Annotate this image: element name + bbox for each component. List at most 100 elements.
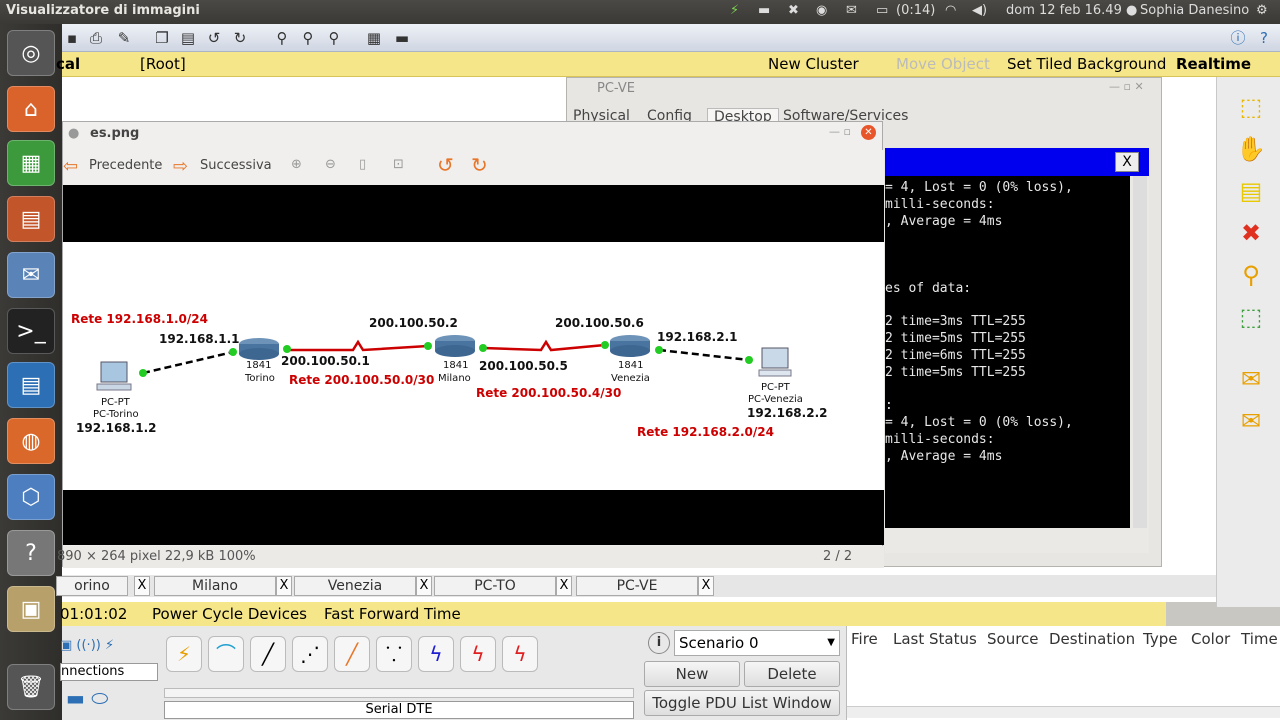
- best-fit-icon[interactable]: ⊡: [393, 157, 404, 172]
- complex-pdu-icon[interactable]: ✉: [1235, 405, 1267, 437]
- col-destination[interactable]: Destination: [1049, 630, 1135, 648]
- phone-cable-icon[interactable]: ⸪: [376, 636, 412, 672]
- fast-forward-button[interactable]: Fast Forward Time: [324, 605, 461, 623]
- tab-pc-to[interactable]: PC-TO: [434, 576, 556, 596]
- auto-connection-icon[interactable]: ⚡: [166, 636, 202, 672]
- realtime-tab[interactable]: Realtime: [1176, 55, 1251, 73]
- tab-torino[interactable]: orino: [56, 576, 128, 596]
- palette-icon[interactable]: ▦: [364, 28, 384, 48]
- undo-icon[interactable]: ↺: [204, 28, 224, 48]
- delete-scenario-button[interactable]: Delete: [744, 661, 840, 687]
- serial-dce-cable-icon[interactable]: ϟ: [460, 636, 496, 672]
- redo-icon[interactable]: ↻: [230, 28, 250, 48]
- resize-icon[interactable]: ⬚: [1235, 301, 1267, 333]
- rotate-left-icon[interactable]: ↺: [437, 153, 454, 177]
- trash-icon[interactable]: 🗑: [7, 664, 55, 710]
- select-icon[interactable]: ⬚: [1235, 91, 1267, 123]
- note-icon[interactable]: ▤: [1235, 175, 1267, 207]
- terminal-scrollbar[interactable]: [1133, 176, 1147, 528]
- tab-venezia[interactable]: Venezia: [294, 576, 416, 596]
- inspect-icon[interactable]: ⚲: [1235, 259, 1267, 291]
- thunderbird-icon[interactable]: ✉: [7, 252, 55, 298]
- col-fire[interactable]: Fire: [851, 630, 878, 648]
- next-arrow-icon[interactable]: ⇨: [173, 156, 188, 177]
- zoom-out-icon[interactable]: ⊖: [325, 157, 336, 172]
- zoom-in-icon[interactable]: ⚲: [272, 28, 292, 48]
- move-hand-icon[interactable]: ✋: [1235, 133, 1267, 165]
- print-icon[interactable]: ⎙: [86, 28, 106, 48]
- window-controls[interactable]: — ▫ ✕: [1109, 80, 1144, 93]
- activity-wizard-icon[interactable]: ✎: [114, 28, 134, 48]
- viewer-window-buttons[interactable]: — ▫: [829, 125, 851, 138]
- tab-pc-ve-close[interactable]: X: [698, 576, 714, 596]
- zoom-in-icon[interactable]: ⊕: [291, 157, 302, 172]
- sync-icon[interactable]: ◉: [816, 3, 827, 18]
- home-folder-icon[interactable]: ⌂: [7, 86, 55, 132]
- tab-pc-to-close[interactable]: X: [556, 576, 572, 596]
- move-object-button[interactable]: Move Object: [896, 55, 990, 73]
- serial-dte-cable-icon[interactable]: ϟ: [502, 636, 538, 672]
- console-cable-icon[interactable]: ⌒: [208, 636, 244, 672]
- coaxial-cable-icon[interactable]: ϟ: [418, 636, 454, 672]
- simple-pdu-icon[interactable]: ✉: [1235, 363, 1267, 395]
- previous-button[interactable]: Precedente: [89, 158, 162, 173]
- toggle-pdu-list-button[interactable]: Toggle PDU List Window: [644, 690, 840, 716]
- terminal-output[interactable]: = 4, Lost = 0 (0% loss), milli-seconds: …: [885, 176, 1130, 528]
- zoom-out-icon[interactable]: ⚲: [324, 28, 344, 48]
- presentation-icon[interactable]: ▤: [7, 196, 55, 242]
- tab-pc-ve[interactable]: PC-VE: [576, 576, 698, 596]
- rotate-right-icon[interactable]: ↻: [471, 153, 488, 177]
- tab-milano-close[interactable]: X: [276, 576, 292, 596]
- wifi-icon[interactable]: ◠: [945, 3, 956, 18]
- firefox-icon[interactable]: ◍: [7, 418, 55, 464]
- keyboard-icon[interactable]: ▬: [758, 3, 770, 18]
- col-source[interactable]: Source: [987, 630, 1039, 648]
- image-canvas[interactable]: Rete 192.168.1.0/24 192.168.1.1 1841 Tor…: [63, 185, 884, 545]
- help-icon[interactable]: ?: [7, 530, 55, 576]
- col-last-status[interactable]: Last Status: [893, 630, 977, 648]
- zoom-reset-icon[interactable]: ⚲: [298, 28, 318, 48]
- col-type[interactable]: Type: [1143, 630, 1177, 648]
- user-name[interactable]: Sophia Danesino: [1140, 3, 1249, 18]
- dash-icon[interactable]: ◎: [7, 30, 55, 76]
- device-category-icons[interactable]: ▣ ((·)) ⚡: [60, 638, 114, 653]
- new-scenario-button[interactable]: New: [644, 661, 740, 687]
- viewer-close-icon[interactable]: ✕: [861, 125, 876, 140]
- tab-milano[interactable]: Milano: [154, 576, 276, 596]
- window-menu-icon[interactable]: ●: [68, 126, 79, 141]
- tiled-background-button[interactable]: Set Tiled Background: [1007, 55, 1166, 73]
- tab-venezia-close[interactable]: X: [416, 576, 432, 596]
- delete-icon[interactable]: ✖: [1235, 217, 1267, 249]
- tab-torino-close[interactable]: X: [134, 576, 150, 596]
- normal-size-icon[interactable]: ▯: [359, 157, 366, 172]
- root-button[interactable]: [Root]: [140, 55, 186, 73]
- mail-icon[interactable]: ✉: [846, 3, 857, 18]
- power-cycle-button[interactable]: Power Cycle Devices: [152, 605, 307, 623]
- scenario-select[interactable]: Scenario 0 ▼: [674, 630, 840, 656]
- col-color[interactable]: Color: [1191, 630, 1230, 648]
- writer-icon[interactable]: ▤: [7, 362, 55, 408]
- close-icon[interactable]: X: [1115, 152, 1139, 172]
- session-gear-icon[interactable]: ⚙: [1256, 3, 1268, 18]
- copy-icon[interactable]: ❐: [152, 28, 172, 48]
- save-icon[interactable]: ▪: [62, 28, 82, 48]
- terminal-icon[interactable]: >_: [7, 308, 55, 354]
- clock[interactable]: dom 12 feb 16.49: [1006, 3, 1122, 18]
- help-question-icon[interactable]: ?: [1254, 28, 1274, 48]
- fiber-cable-icon[interactable]: ╱: [334, 636, 370, 672]
- scenario-info-icon[interactable]: i: [648, 632, 670, 654]
- spreadsheet-icon[interactable]: ▦: [7, 140, 55, 186]
- previous-arrow-icon[interactable]: ⇦: [63, 156, 78, 177]
- device-scrollbar[interactable]: [164, 688, 634, 698]
- logical-tab[interactable]: cal: [56, 55, 80, 73]
- device-subcategory-icons[interactable]: ▬ ⬭: [66, 686, 108, 710]
- volume-icon[interactable]: ◀): [972, 3, 987, 18]
- power-icon[interactable]: ⚡: [730, 3, 739, 18]
- battery-icon[interactable]: ▭: [876, 3, 888, 18]
- pdu-scrollbar[interactable]: [847, 706, 1280, 718]
- next-button[interactable]: Successiva: [200, 158, 272, 173]
- info-icon[interactable]: ⓘ: [1228, 28, 1248, 48]
- image-viewer-icon[interactable]: ▣: [7, 586, 55, 632]
- col-time[interactable]: Time: [1241, 630, 1278, 648]
- virtualbox-icon[interactable]: ⬡: [7, 474, 55, 520]
